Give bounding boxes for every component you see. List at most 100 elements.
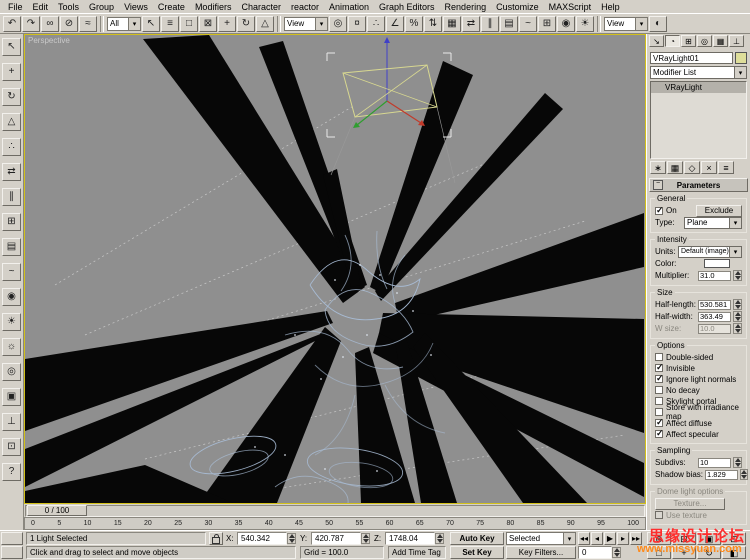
menu-item[interactable]: Views — [119, 2, 153, 12]
render-tool-icon[interactable]: ☀ — [2, 313, 21, 331]
checkbox-box[interactable] — [655, 353, 663, 361]
play-button[interactable]: ▶ — [604, 532, 616, 545]
selection-filter-combo[interactable]: All — [107, 16, 141, 31]
x-coord-spinner[interactable] — [287, 533, 296, 544]
menu-item[interactable]: Edit — [28, 2, 54, 12]
menu-item[interactable]: Group — [84, 2, 119, 12]
show-end-result-icon[interactable]: ▦ — [667, 161, 683, 174]
value-field[interactable]: 363.49 — [698, 311, 731, 322]
render-scene-icon[interactable]: ☀ — [576, 15, 594, 32]
schematic-view-icon[interactable]: ⊞ — [538, 15, 556, 32]
previous-frame-button[interactable]: ◂ — [591, 532, 603, 545]
option-checkbox[interactable]: Invisible — [655, 362, 742, 373]
select-and-manipulate-icon[interactable]: ¤ — [348, 15, 366, 32]
go-to-start-button[interactable]: ◂◂ — [578, 532, 590, 545]
dome-texture-button[interactable]: Texture... — [655, 497, 725, 510]
key-selection-combo[interactable]: Selected — [506, 532, 576, 545]
layers-tool-icon[interactable]: ▤ — [2, 238, 21, 256]
object-color-swatch[interactable] — [735, 52, 747, 64]
use-texture-checkbox[interactable]: Use texture — [655, 510, 742, 520]
spinner-snap-icon[interactable]: ⇅ — [424, 15, 442, 32]
light-type-combo[interactable]: Plane — [684, 216, 742, 229]
lock-selection-button[interactable] — [209, 532, 223, 545]
option-checkbox[interactable]: Double-sided — [655, 352, 742, 362]
perspective-viewport[interactable]: Perspective — [24, 34, 646, 504]
tab-motion[interactable]: ◎ — [697, 35, 712, 47]
value-field[interactable]: 1.829 — [705, 469, 739, 480]
multiplier-field[interactable]: 31.0 — [698, 270, 731, 281]
select-tool-icon[interactable]: ↖ — [2, 38, 21, 56]
modifier-stack-item[interactable]: VRayLight — [651, 82, 746, 93]
select-object-icon[interactable]: ↖ — [142, 15, 160, 32]
align-tool-icon[interactable]: ∥ — [2, 188, 21, 206]
collapse-icon[interactable] — [653, 180, 663, 190]
light-color-swatch[interactable] — [704, 259, 730, 268]
unlink-selection-icon[interactable]: ⊘ — [60, 15, 78, 32]
object-name-field[interactable]: VRayLight01 — [650, 52, 733, 64]
checkbox-box[interactable] — [655, 205, 664, 216]
menu-item[interactable]: Create — [153, 2, 190, 12]
checkbox-box[interactable] — [655, 428, 664, 439]
menu-item[interactable]: Help — [596, 2, 625, 12]
spinner[interactable] — [733, 311, 742, 322]
remove-modifier-icon[interactable]: × — [701, 161, 717, 174]
render-type-combo[interactable]: View — [604, 16, 648, 31]
checkbox-box[interactable] — [655, 408, 663, 416]
array-tool-icon[interactable]: ⊞ — [2, 213, 21, 231]
align-icon[interactable]: ∥ — [481, 15, 499, 32]
quick-render-icon[interactable]: ◐ — [649, 15, 667, 32]
select-and-move-icon[interactable]: + — [218, 15, 236, 32]
z-coord-field[interactable]: 1748.04 — [385, 532, 435, 545]
rotate-tool-icon[interactable]: ↻ — [2, 88, 21, 106]
pin-stack-icon[interactable]: ∗ — [650, 161, 666, 174]
select-by-name-icon[interactable]: ≡ — [161, 15, 179, 32]
mini-listener-button2[interactable] — [1, 546, 23, 559]
configure-modifier-sets-icon[interactable]: ≡ — [718, 161, 734, 174]
spinner[interactable] — [733, 323, 742, 334]
scale-tool-icon[interactable]: △ — [2, 113, 21, 131]
exclude-button[interactable]: Exclude — [696, 204, 742, 217]
parameters-rollout[interactable]: Parameters — [649, 178, 748, 192]
mini-listener-button[interactable] — [1, 532, 23, 545]
curve-editor-tool-icon[interactable]: ~ — [2, 263, 21, 281]
multiplier-spinner[interactable] — [733, 270, 742, 281]
menu-item[interactable]: reactor — [286, 2, 324, 12]
modifier-stack[interactable]: VRayLight — [650, 81, 747, 159]
value-field[interactable]: 530.581 — [698, 299, 731, 310]
select-and-rotate-icon[interactable]: ↻ — [237, 15, 255, 32]
rectangular-selection-icon[interactable]: □ — [180, 15, 198, 32]
angle-snap-icon[interactable]: ∠ — [386, 15, 404, 32]
value-field[interactable]: 10 — [698, 457, 731, 468]
named-selection-sets-icon[interactable]: ▦ — [443, 15, 461, 32]
units-combo[interactable]: Default (image) — [678, 245, 742, 258]
track-bar[interactable]: 0 5 10 15 20 25 30 35 40 45 50 55 60 65 70 75 80 85 90 95 10… — [24, 517, 646, 530]
menu-item[interactable]: Tools — [53, 2, 84, 12]
material-editor-tool-icon[interactable]: ◉ — [2, 288, 21, 306]
z-coord-spinner[interactable] — [435, 533, 444, 544]
y-coord-spinner[interactable] — [361, 533, 370, 544]
menu-item[interactable]: Character — [236, 2, 286, 12]
key-filters-button[interactable]: Key Filters... — [506, 546, 576, 559]
time-slider[interactable]: 0 / 100 — [24, 504, 646, 517]
display-tool-icon[interactable]: ▣ — [2, 388, 21, 406]
mirror-icon[interactable]: ⇄ — [462, 15, 480, 32]
menu-item[interactable]: Customize — [491, 2, 544, 12]
menu-item[interactable]: Graph Editors — [374, 2, 440, 12]
menu-item[interactable]: Modifiers — [190, 2, 237, 12]
snap-tool-icon[interactable]: ∴ — [2, 138, 21, 156]
option-checkbox[interactable]: Affect specular — [655, 428, 742, 439]
mirror-tool-icon[interactable]: ⇄ — [2, 163, 21, 181]
reference-coordinate-combo[interactable]: View — [284, 16, 328, 31]
on-checkbox[interactable]: On — [655, 205, 677, 216]
make-unique-icon[interactable]: ◇ — [684, 161, 700, 174]
tab-hierarchy[interactable]: ⊞ — [681, 35, 696, 47]
checkbox-box[interactable] — [655, 386, 663, 394]
select-and-scale-icon[interactable]: △ — [256, 15, 274, 32]
checkbox-box[interactable] — [655, 373, 664, 384]
frame-spinner[interactable] — [612, 547, 621, 558]
tab-modify[interactable]: ◔ — [665, 35, 680, 47]
checkbox-box[interactable] — [655, 397, 663, 405]
spinner[interactable] — [733, 457, 742, 468]
current-frame-field[interactable]: 0 — [578, 546, 612, 559]
snap-toggle-icon[interactable]: ∴ — [367, 15, 385, 32]
